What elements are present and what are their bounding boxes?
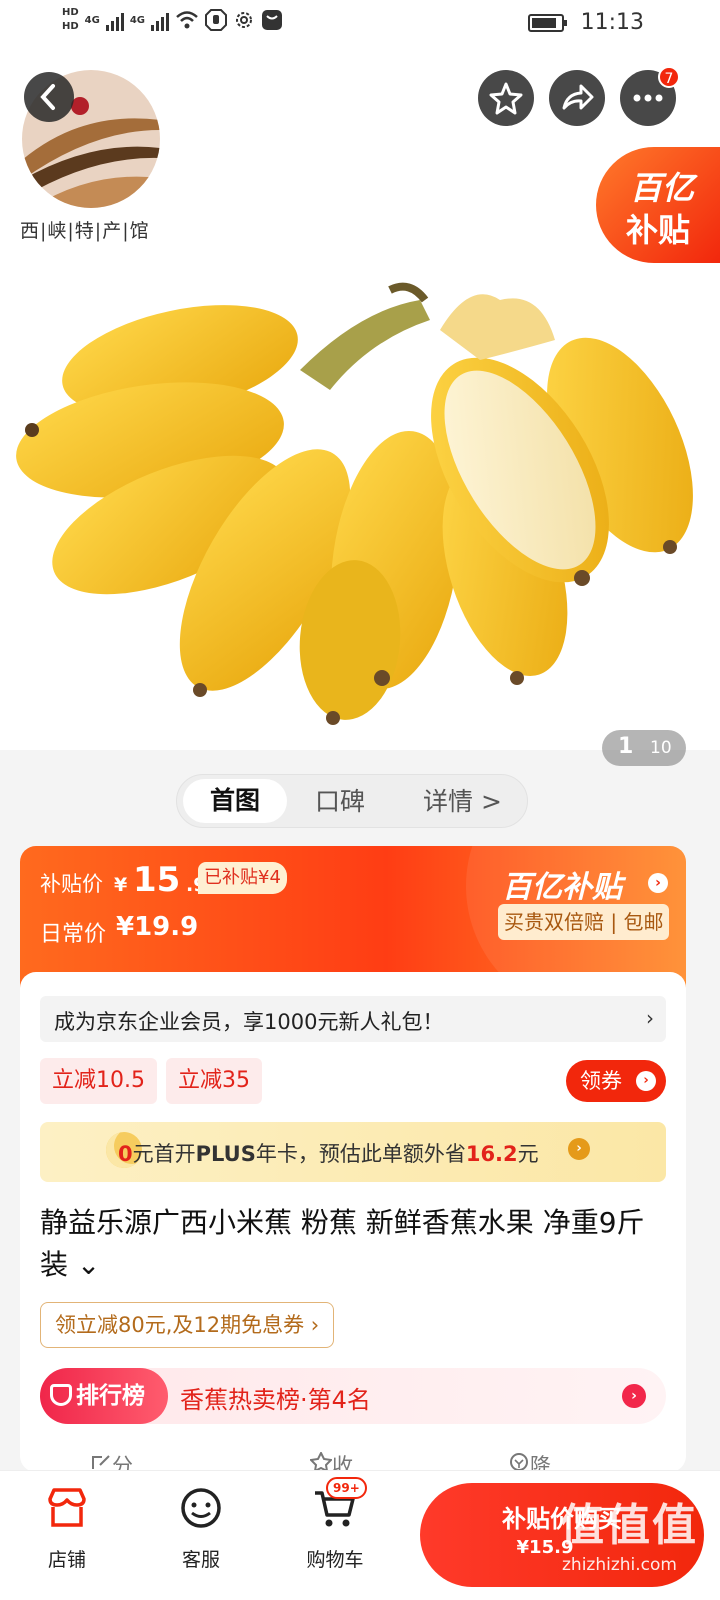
wifi-icon [176,11,198,29]
app-icon [262,10,283,30]
status-icons: HD HD 4G 4G [62,6,283,34]
perks-label: 买贵双倍赔 | 包邮 [498,904,670,940]
member-banner-text: 成为京东企业会员，享1000元新人礼包！ [54,1010,444,1034]
coupon-chip[interactable]: 立减35 [166,1058,262,1104]
chevron-right-icon[interactable]: › [648,873,668,893]
ranking-pill: 排行榜 [40,1368,168,1424]
section-tabs: 首图 口碑 详情 > [176,774,528,828]
subsidy-price-label: 补贴价 [40,872,103,896]
signal-icon-2 [151,9,170,31]
watermark: 值值值 [560,1500,698,1551]
star-icon [489,82,523,115]
favorite-button[interactable] [478,70,534,126]
status-bar: HD HD 4G 4G 11:13 [0,0,720,50]
signal-icon [105,9,124,31]
chevron-left-icon [40,84,55,110]
network-label: 4G [84,14,100,26]
hd-indicator: HD HD [62,7,79,32]
nav-shop-label: 店铺 [47,1549,86,1571]
star-outline-icon [308,1450,334,1473]
more-button[interactable]: 7 [620,66,680,126]
coupon-chip[interactable]: 立减10.5 [40,1058,157,1104]
share-icon [92,1455,110,1469]
plus-banner[interactable]: 0元首开PLUS年卡，预估此单额外省16.2元 › [40,1122,666,1182]
nav-shop[interactable]: 店铺 [22,1479,112,1579]
status-time: 11:13 [580,10,644,35]
nav-cart-label: 购物车 [306,1549,364,1571]
chevron-right-icon: › [636,1071,656,1091]
bottom-bar: 店铺 客服 99+ 购物车 补贴价购买 ¥15.9 值值值 zhizhizhi.… [0,1470,720,1600]
network-label-2: 4G [129,14,146,26]
price-alert-icon [510,1453,528,1471]
hand-icon [205,9,228,31]
cart-count-badge: 99+ [326,1477,367,1499]
subsidy-tag: 百亿 补贴 [596,147,720,263]
shop-icon [48,1488,86,1527]
product-page: HD HD 4G 4G 11:13 1 10 西|峡|特|产|馆 7 百亿 补贴… [0,0,720,1600]
battery-icon [528,14,567,32]
gear-icon [236,12,253,28]
product-title[interactable]: 静益乐源广西小米蕉 粉蕉 新鲜香蕉水果 净重9斤装 ⌄ [40,1202,670,1286]
subsidy-price: 15 [133,860,181,900]
customer-service-icon [181,1488,221,1528]
pager-current: 1 [618,734,634,759]
trophy-icon [50,1384,72,1406]
info-panel: 成为京东企业会员，享1000元新人礼包！ › 立减10.5 立减35 领券 › … [20,972,686,1568]
subsidy-brand[interactable]: 百亿补贴 [502,862,622,906]
member-banner[interactable]: 成为京东企业会员，享1000元新人礼包！ › [40,996,666,1042]
daily-price-label: 日常价 [40,922,107,947]
promo-coupon-button[interactable]: 领立减80元,及12期免息券 › [40,1302,335,1348]
claim-coupon-button[interactable]: 领券 › [566,1060,666,1102]
tab-reviews[interactable]: 口碑 [315,783,365,821]
chevron-right-icon: › [646,1006,654,1030]
ranking-banner[interactable]: 排行榜 香蕉热卖榜·第4名 › [40,1368,666,1424]
watermark-url: zhizhizhi.com [562,1555,677,1575]
shop-name: 西|峡|特|产|馆 [20,220,150,242]
back-button[interactable] [24,72,74,122]
nav-cart[interactable]: 99+ 购物车 [290,1477,380,1579]
tab-main-image[interactable]: 首图 [183,779,287,823]
tab-details[interactable]: 详情 > [423,783,502,821]
nav-customer-service[interactable]: 客服 [156,1479,246,1579]
yen-symbol: ¥ [114,874,128,896]
share-button[interactable] [549,70,605,126]
ranking-text: 香蕉热卖榜·第4名 [180,1386,371,1414]
chevron-right-icon: › [568,1138,590,1160]
nav-customer-service-label: 客服 [181,1549,220,1571]
more-badge: 7 [658,66,680,88]
chevron-right-icon: › [622,1384,646,1408]
pager-total: 10 [650,738,672,758]
daily-price: ¥19.9 [116,912,199,942]
share-arrow-icon [562,84,594,110]
subsidy-amount-chip: 已补贴¥4 [198,862,287,894]
gallery-pager: 1 10 [602,730,686,766]
